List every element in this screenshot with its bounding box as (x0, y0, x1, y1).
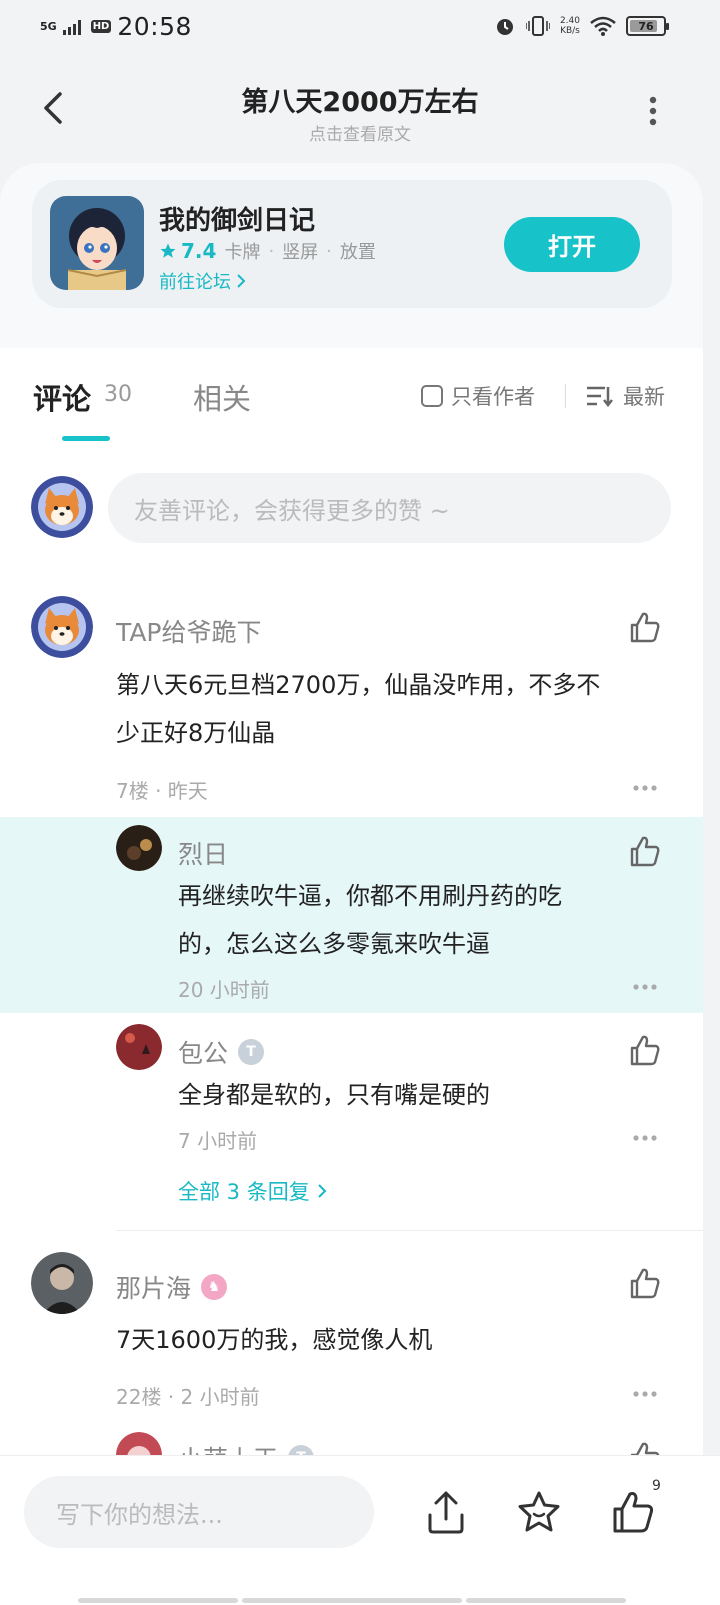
reply-input[interactable]: 写下你的想法... (24, 1476, 374, 1548)
app-meta: 7.4 卡牌 · 竖屏 · 放置 (159, 238, 376, 264)
more-icon[interactable] (632, 1134, 658, 1142)
chevron-right-icon (237, 274, 246, 288)
like-icon[interactable] (628, 1033, 662, 1067)
network-type: 5G (40, 20, 57, 33)
clock: 20:58 (117, 12, 192, 41)
comment-text: 第八天6元旦档2700万，仙晶没咋用，不多不 少正好8万仙晶 (116, 671, 601, 747)
avatar[interactable] (116, 1024, 162, 1070)
my-avatar[interactable] (31, 476, 93, 538)
reply-text: 再继续吹牛逼，你都不用刷丹药的吃 的，怎么这么多零氪来吹牛逼 (178, 882, 562, 958)
like-icon[interactable] (628, 1266, 662, 1300)
reply-username[interactable]: 包公 T (178, 1034, 265, 1070)
app-name[interactable]: 我的御剑日记 (159, 200, 315, 237)
favorite-icon[interactable] (516, 1489, 562, 1535)
comment-meta: 22楼 · 2 小时前 (116, 1385, 260, 1409)
like-count: 9 (652, 1478, 661, 1494)
nav-indicator (242, 1598, 462, 1603)
app-tag: 放置 (339, 242, 376, 263)
alarm-icon (496, 19, 513, 35)
status-bar: 5G HD 20:58 2.40 KB/s 76 (0, 0, 720, 56)
divider (116, 1230, 703, 1231)
author-only-toggle[interactable]: 只看作者 (421, 381, 535, 411)
comment-section: 评论 30 相关 只看作者 最新 友善评论，会获得更多的赞 ~ TAP给爷跪下 … (0, 348, 703, 1458)
avatar[interactable] (116, 825, 162, 871)
level-badge-icon: ♞ (201, 1274, 228, 1300)
comment-count: 30 (104, 382, 132, 407)
comment-meta: 7楼 · 昨天 (116, 779, 208, 803)
header: 第八天2000万左右 点击查看原文 (0, 70, 720, 150)
nav-indicator (78, 1598, 238, 1603)
reply-time: 7 小时前 (178, 1129, 258, 1153)
like-icon[interactable] (628, 610, 662, 644)
checkbox-icon[interactable] (421, 385, 443, 407)
sort-toggle[interactable]: 最新 (585, 381, 665, 411)
share-icon[interactable] (424, 1489, 468, 1535)
forum-link[interactable]: 前往论坛 (159, 268, 247, 294)
bottom-bar: 写下你的想法... 9 (0, 1455, 720, 1605)
net-speed: 2.40 KB/s (559, 16, 580, 36)
avatar[interactable] (31, 1252, 93, 1314)
tab-comments[interactable]: 评论 (33, 376, 91, 418)
tab-bar: 评论 30 相关 只看作者 最新 (0, 348, 703, 448)
open-app-button[interactable]: 打开 (504, 217, 640, 272)
star-icon (160, 243, 176, 258)
comment-username[interactable]: TAP给爷跪下 (116, 613, 262, 649)
wifi-icon (590, 16, 616, 36)
view-original-link[interactable]: 点击查看原文 (0, 120, 720, 145)
nav-indicator (466, 1598, 626, 1603)
hd-icon: HD (90, 20, 112, 33)
chevron-right-icon (318, 1184, 327, 1198)
app-icon[interactable] (50, 196, 144, 290)
avatar[interactable] (31, 596, 93, 658)
vibrate-icon (525, 16, 550, 36)
comment-text: 7天1600万的我，感觉像人机 (116, 1326, 433, 1354)
like-icon[interactable] (610, 1489, 656, 1535)
view-all-replies-link[interactable]: 全部 3 条回复 (178, 1176, 328, 1206)
app-tag: 卡牌 (224, 242, 261, 263)
app-card[interactable]: 我的御剑日记 7.4 卡牌 · 竖屏 · 放置 前往论坛 打开 (32, 180, 672, 308)
app-tag: 竖屏 (282, 242, 319, 263)
app-rating: 7.4 (159, 239, 216, 263)
more-icon[interactable] (632, 784, 658, 792)
more-icon[interactable] (632, 983, 658, 991)
reply-username[interactable]: 烈日 (178, 835, 228, 871)
more-icon[interactable] (632, 1390, 658, 1398)
sort-icon (587, 386, 613, 408)
signal-icon (62, 19, 81, 35)
battery-icon: 76 (626, 16, 669, 36)
divider (565, 384, 566, 408)
more-vertical-icon[interactable] (648, 96, 658, 126)
reply-time: 20 小时前 (178, 978, 270, 1002)
like-icon[interactable] (628, 834, 662, 868)
reply-text: 全身都是软的，只有嘴是硬的 (178, 1081, 490, 1109)
battery-level: 76 (638, 19, 654, 33)
comment-username[interactable]: 那片海 ♞ (116, 1269, 228, 1305)
verified-badge-icon: T (238, 1039, 265, 1065)
tab-related[interactable]: 相关 (193, 376, 251, 418)
comment-input[interactable]: 友善评论，会获得更多的赞 ~ (108, 473, 671, 543)
page-title[interactable]: 第八天2000万左右 (0, 80, 720, 119)
active-tab-indicator (62, 436, 110, 441)
